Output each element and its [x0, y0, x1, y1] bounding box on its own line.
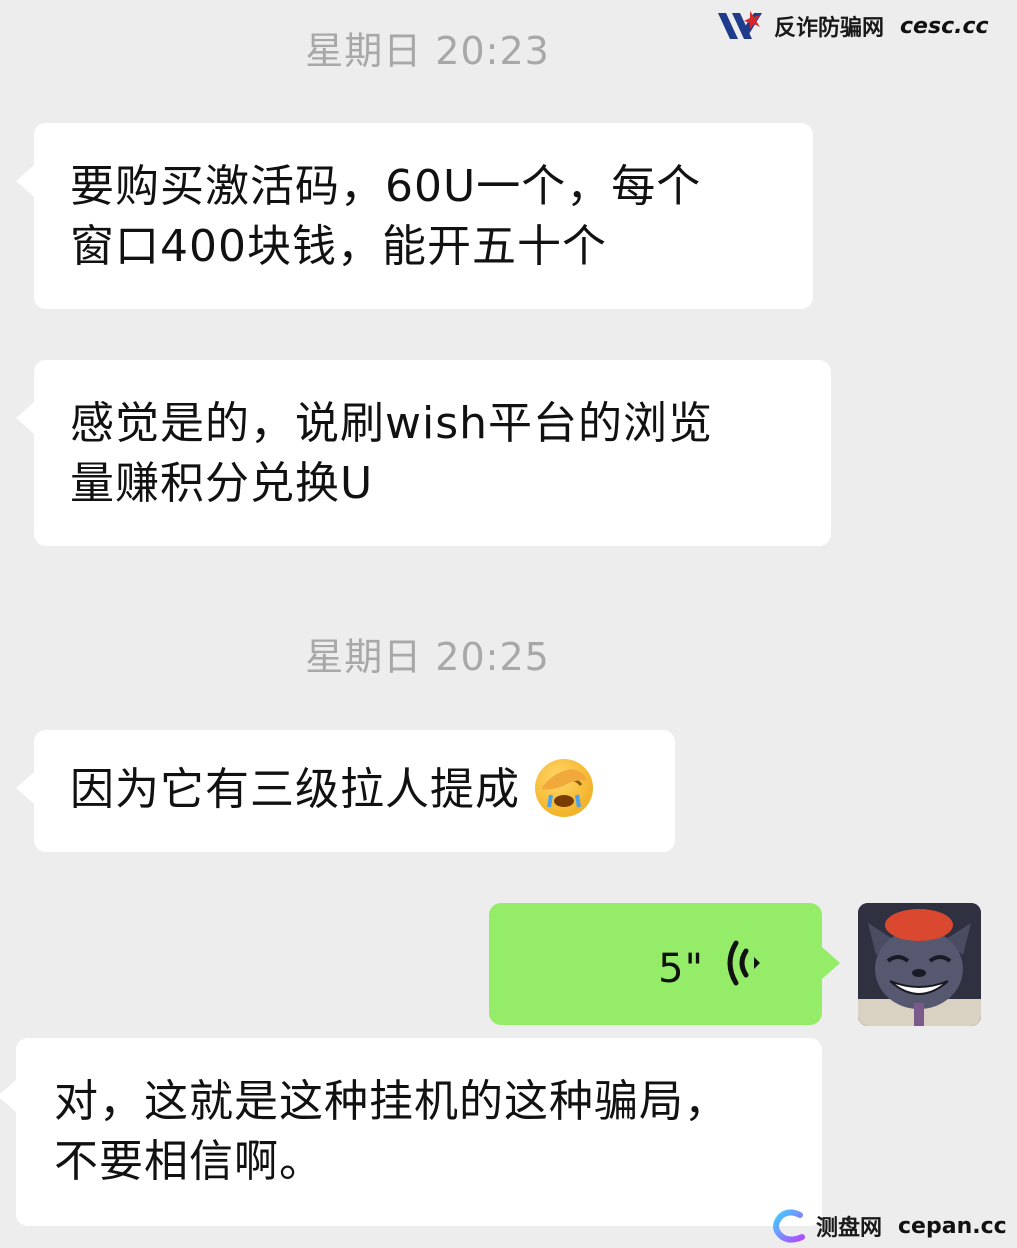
- incoming-message[interactable]: 因为它有三级拉人提成: [16, 730, 675, 852]
- incoming-message[interactable]: 对，这就是这种挂机的这种骗局， 不要相信啊。: [0, 1038, 822, 1226]
- message-line: 不要相信啊。: [54, 1136, 324, 1187]
- message-line: 要购买激活码，60U一个，每个: [70, 161, 702, 212]
- incoming-message[interactable]: 感觉是的，说刷wish平台的浏览 量赚积分兑换U: [16, 360, 831, 546]
- cartoon-wolf-avatar-icon: [858, 903, 981, 1026]
- voice-wave-icon: [727, 940, 760, 986]
- timestamp: 星期日 20:25: [305, 635, 550, 679]
- message-line: 感觉是的，说刷wish平台的浏览: [70, 398, 714, 449]
- message-line: 窗口400块钱，能开五十个: [70, 221, 607, 272]
- incoming-message[interactable]: 要购买激活码，60U一个，每个 窗口400块钱，能开五十个: [16, 123, 813, 309]
- watermark-bottom-brand: 测盘网: [816, 1216, 883, 1241]
- message-line: 量赚积分兑换U: [70, 458, 374, 509]
- watermark-top-domain: cesc.cc: [900, 13, 989, 39]
- message-text: 因为它有三级拉人提成: [70, 764, 520, 815]
- timestamp: 星期日 20:23: [305, 29, 550, 73]
- user-avatar[interactable]: [858, 903, 981, 1026]
- watermark-bottom: 测盘网 cepan.cc: [770, 1206, 1007, 1246]
- message-line: 因为它有三级拉人提成: [70, 759, 639, 821]
- voice-duration: 5": [658, 946, 704, 992]
- outgoing-voice-message[interactable]: 5": [489, 903, 840, 1025]
- cepan-logo-icon: [773, 1209, 805, 1243]
- watermark-bottom-domain: cepan.cc: [898, 1213, 1007, 1239]
- facepalm-emoji-icon: [535, 759, 593, 817]
- message-line: 对，这就是这种挂机的这种骗局，: [54, 1076, 729, 1127]
